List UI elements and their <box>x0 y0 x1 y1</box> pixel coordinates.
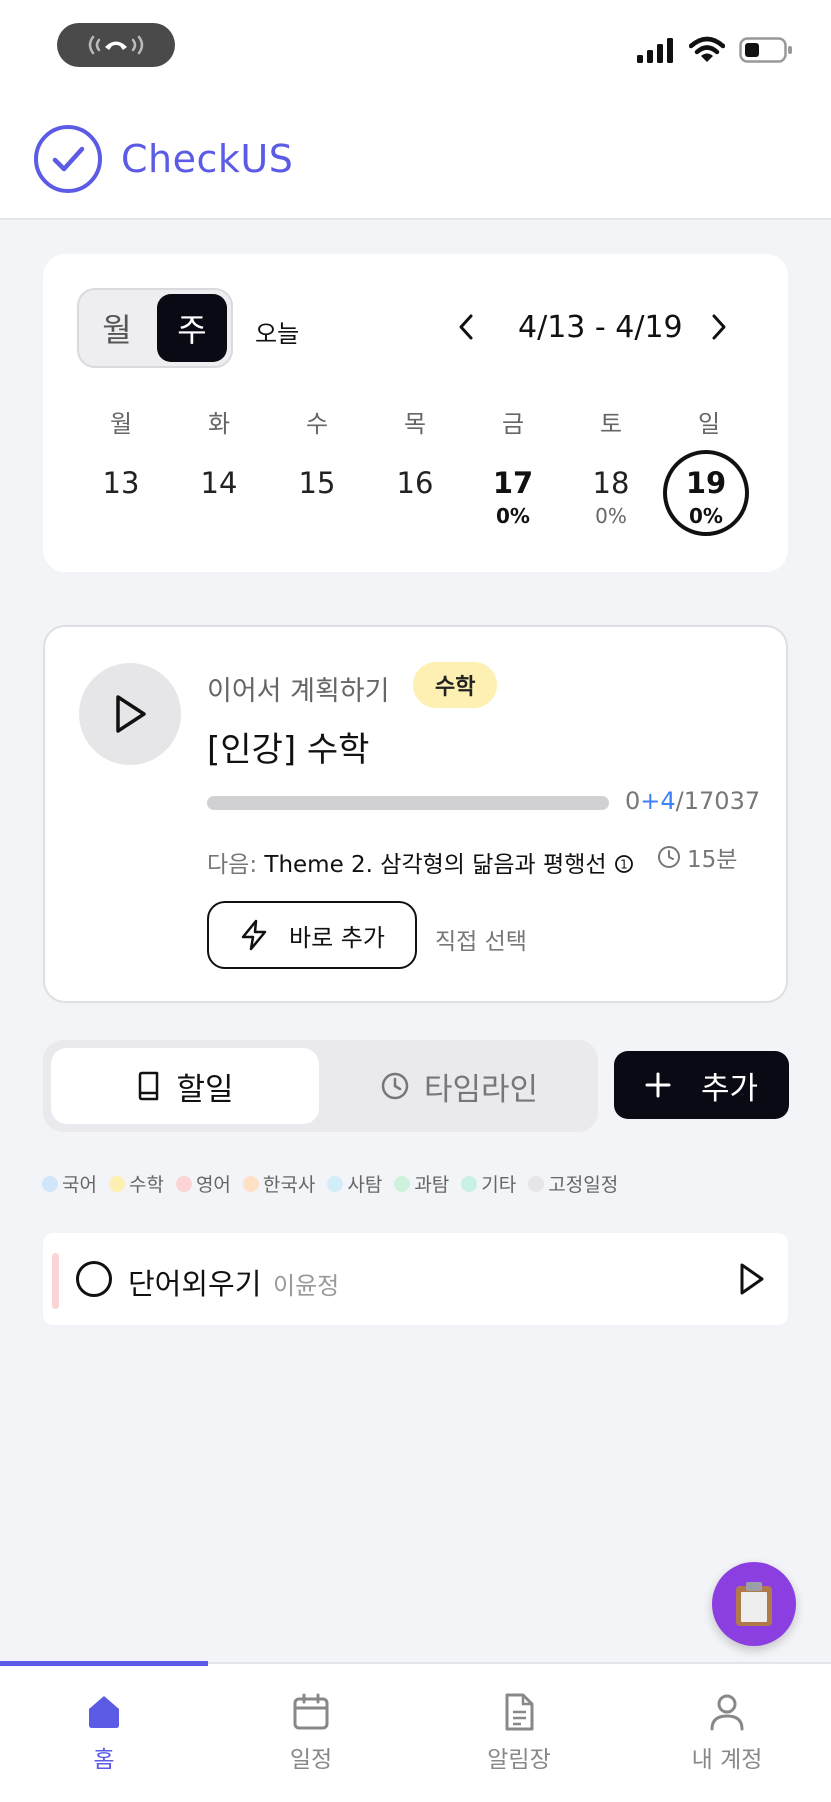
legend-item: 사탐 <box>327 1170 382 1197</box>
legend-item: 과탐 <box>394 1170 449 1197</box>
lesson-duration: 15분 <box>657 840 737 874</box>
quick-add-button[interactable]: 바로 추가 <box>207 901 417 969</box>
legend-item: 수학 <box>108 1170 164 1197</box>
weekday-label: 수 <box>305 410 329 438</box>
month-view-button[interactable]: 월 <box>79 290 155 366</box>
weekday-label: 화 <box>207 410 231 438</box>
next-lesson: 다음: Theme 2. 삼각형의 닮음과 평행선 1 <box>207 845 634 879</box>
play-icon[interactable] <box>736 1261 766 1297</box>
brand[interactable]: CheckUS <box>33 124 293 194</box>
play-icon <box>116 695 146 733</box>
legend-item: 영어 <box>175 1170 231 1197</box>
info-icon[interactable]: 1 <box>614 854 634 874</box>
weekday-label: 금 <box>501 410 525 438</box>
tab-todo[interactable]: 할일 <box>51 1048 319 1124</box>
view-tabs: 할일 타임라인 <box>43 1040 598 1132</box>
clock-icon <box>658 846 680 868</box>
check-circle-icon <box>34 125 102 193</box>
lecture-title: [인강] 수학 <box>207 730 370 770</box>
active-call-indicator[interactable] <box>57 23 175 67</box>
week-calendar-card: 월 주 오늘 4/13 - 4/19 월 화 수 목 금 토 일 13 14 1… <box>43 254 788 572</box>
start-lecture-button[interactable] <box>79 663 181 765</box>
day-completion: 0% <box>689 504 723 528</box>
chevron-left-icon[interactable] <box>455 312 477 342</box>
progress-bar <box>207 796 609 810</box>
legend-item: 국어 <box>42 1170 97 1197</box>
legend-item: 고정일정 <box>528 1170 618 1197</box>
direct-select-link[interactable]: 직접 선택 <box>435 922 527 956</box>
add-button[interactable]: 추가 <box>614 1051 789 1119</box>
legend-item: 한국사 <box>242 1170 315 1197</box>
tab-timeline[interactable]: 타임라인 <box>325 1048 593 1124</box>
lightning-icon <box>241 919 267 951</box>
legend-dot <box>327 1175 344 1192</box>
plus-icon <box>645 1072 671 1098</box>
chevron-right-icon[interactable] <box>708 312 730 342</box>
legend-dot <box>528 1175 545 1192</box>
app-header: CheckUS <box>0 0 831 220</box>
legend-dot <box>394 1175 411 1192</box>
nav-account[interactable]: 내 계정 <box>667 1692 787 1774</box>
task-title: 단어외우기 <box>128 1267 262 1301</box>
clipboard-icon <box>736 1582 772 1626</box>
app-title: CheckUS <box>121 137 294 181</box>
user-icon <box>710 1694 744 1731</box>
day-completion: 0% <box>496 504 530 528</box>
status-icons <box>637 36 793 64</box>
task-item[interactable]: 단어외우기 이윤정 <box>43 1233 788 1325</box>
subject-badge: 수학 <box>413 662 498 708</box>
week-view-button[interactable]: 주 <box>157 294 227 362</box>
day-completion: 0% <box>595 504 627 528</box>
legend-dot <box>242 1175 259 1192</box>
view-toggle[interactable]: 월 주 <box>77 288 233 368</box>
next-lesson-title: Theme 2. 삼각형의 닮음과 평행선 <box>264 852 607 878</box>
legend-dot <box>461 1175 478 1192</box>
week-range: 4/13 - 4/19 <box>518 310 683 345</box>
legend-dot <box>42 1175 58 1192</box>
weekday-label: 목 <box>403 410 427 438</box>
task-owner: 이윤정 <box>273 1272 340 1300</box>
wifi-icon <box>689 36 725 62</box>
active-tab-indicator <box>0 1661 208 1666</box>
weekday-label: 월 <box>109 410 133 438</box>
day-cell[interactable]: 17 <box>473 466 553 500</box>
legend-item: 기타 <box>461 1170 516 1197</box>
home-icon <box>89 1696 119 1728</box>
day-cell[interactable]: 13 <box>81 466 161 500</box>
nav-home[interactable]: 홈 <box>44 1692 164 1774</box>
day-cell-selected[interactable]: 19 <box>666 466 746 500</box>
svg-text:1: 1 <box>620 858 628 872</box>
clock-icon <box>381 1072 409 1100</box>
legend-dot <box>108 1175 125 1192</box>
book-icon <box>139 1071 159 1101</box>
subject-color-bar <box>52 1253 59 1309</box>
phone-call-icon <box>88 35 144 55</box>
weekday-label: 일 <box>697 410 721 438</box>
task-checkbox[interactable] <box>76 1261 112 1297</box>
signal-icon <box>637 38 673 63</box>
day-cell[interactable]: 14 <box>179 466 259 500</box>
nav-notice[interactable]: 알림장 <box>459 1692 579 1774</box>
today-button[interactable]: 오늘 <box>255 314 299 349</box>
day-cell[interactable]: 18 <box>571 466 651 500</box>
calendar-icon <box>293 1693 329 1730</box>
legend-dot <box>175 1175 192 1192</box>
subject-legend: 국어 수학 영어 한국사 사탐 과탐 기타 고정일정 <box>42 1170 618 1197</box>
battery-icon <box>739 37 792 63</box>
day-cell[interactable]: 15 <box>277 466 357 500</box>
weekday-label: 토 <box>599 410 623 438</box>
continue-label: 이어서 계획하기 <box>207 676 390 707</box>
progress-count: 0+4/17037 <box>625 787 761 815</box>
clipboard-fab[interactable] <box>712 1562 796 1646</box>
bottom-navigation: 홈 일정 알림장 내 계정 <box>0 1661 831 1802</box>
continue-plan-card: 이어서 계획하기 수학 [인강] 수학 0+4/17037 다음: Theme … <box>43 625 788 1003</box>
document-icon <box>505 1693 534 1731</box>
nav-schedule[interactable]: 일정 <box>251 1692 371 1774</box>
day-cell[interactable]: 16 <box>375 466 455 500</box>
